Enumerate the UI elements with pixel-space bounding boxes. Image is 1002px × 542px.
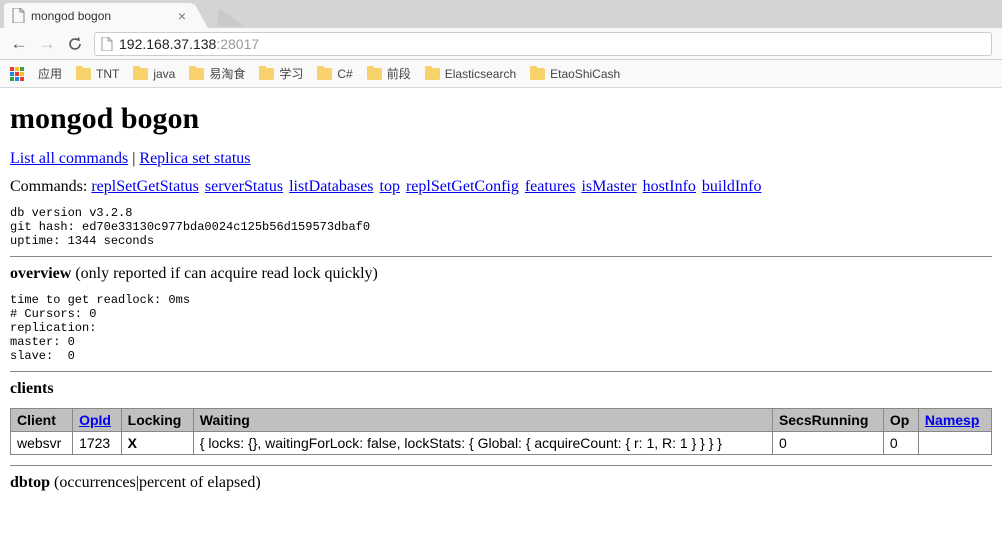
cmd-link[interactable]: top [380, 178, 400, 195]
bookmark-apps-label[interactable]: 应用 [38, 65, 62, 82]
page-icon [12, 8, 25, 23]
cmd-link[interactable]: features [525, 178, 576, 195]
bookmark-item[interactable]: 学习 [259, 65, 303, 82]
bookmark-item[interactable]: C# [317, 67, 352, 81]
site-icon [101, 37, 113, 51]
replica-set-status-link[interactable]: Replica set status [139, 150, 250, 167]
overview-block: time to get readlock: 0ms # Cursors: 0 r… [10, 293, 992, 363]
cell-op: 0 [883, 432, 918, 455]
folder-icon [189, 68, 204, 80]
cell-locking: X [121, 432, 193, 455]
version-info: db version v3.2.8 git hash: ed70e33130c9… [10, 206, 992, 248]
th-op: Op [883, 409, 918, 432]
th-namespace: Namesp [918, 409, 991, 432]
tab-strip: mongod bogon × [0, 0, 1002, 28]
tab-title: mongod bogon [31, 9, 178, 23]
cmd-link[interactable]: isMaster [581, 178, 636, 195]
address-bar[interactable]: 192.168.37.138:28017 [94, 32, 992, 56]
top-links: List all commands | Replica set status [10, 150, 992, 168]
divider [10, 371, 992, 372]
dbtop-title: dbtop [10, 474, 50, 491]
overview-title: overview [10, 265, 71, 282]
cmd-link[interactable]: replSetGetStatus [91, 178, 199, 195]
bookmark-item[interactable]: TNT [76, 67, 119, 81]
bookmark-item[interactable]: 易淘食 [189, 65, 245, 82]
th-secs: SecsRunning [772, 409, 883, 432]
folder-icon [133, 68, 148, 80]
bookmark-item[interactable]: EtaoShiCash [530, 67, 620, 81]
commands-label: Commands: [10, 178, 91, 195]
table-row: websvr 1723 X { locks: {}, waitingForLoc… [11, 432, 992, 455]
bookmark-item[interactable]: java [133, 67, 175, 81]
dbtop-subtitle: (occurrences|percent of elapsed) [50, 474, 261, 491]
page-content: mongod bogon List all commands | Replica… [0, 88, 1002, 512]
opid-sort-link[interactable]: OpId [79, 412, 111, 428]
cell-opid: 1723 [73, 432, 122, 455]
cell-client: websvr [11, 432, 73, 455]
close-icon[interactable]: × [178, 9, 186, 23]
bookmark-item[interactable]: 前段 [367, 65, 411, 82]
new-tab-button[interactable] [211, 8, 244, 26]
separator: | [128, 150, 139, 167]
table-header-row: Client OpId Locking Waiting SecsRunning … [11, 409, 992, 432]
cell-waiting: { locks: {}, waitingForLock: false, lock… [193, 432, 772, 455]
back-button[interactable]: ← [10, 34, 28, 54]
dbtop-heading: dbtop (occurrences|percent of elapsed) [10, 474, 992, 492]
namespace-sort-link[interactable]: Namesp [925, 412, 979, 428]
list-all-commands-link[interactable]: List all commands [10, 150, 128, 167]
bookmarks-bar: 应用 TNT java 易淘食 学习 C# 前段 Elasticsearch E… [0, 60, 1002, 88]
cmd-link[interactable]: replSetGetConfig [406, 178, 519, 195]
cmd-link[interactable]: buildInfo [702, 178, 762, 195]
cmd-link[interactable]: listDatabases [289, 178, 373, 195]
url-port: :28017 [216, 36, 259, 52]
forward-button[interactable]: → [38, 34, 56, 54]
folder-icon [76, 68, 91, 80]
cell-namespace [918, 432, 991, 455]
apps-icon[interactable] [10, 67, 24, 81]
url-host: 192.168.37.138 [119, 36, 216, 52]
cmd-link[interactable]: hostInfo [643, 178, 696, 195]
reload-button[interactable] [66, 36, 84, 52]
folder-icon [367, 68, 382, 80]
divider [10, 465, 992, 466]
toolbar: ← → 192.168.37.138:28017 [0, 28, 1002, 60]
th-waiting: Waiting [193, 409, 772, 432]
divider [10, 256, 992, 257]
clients-heading: clients [10, 380, 992, 398]
overview-subtitle: (only reported if can acquire read lock … [71, 265, 378, 282]
clients-table: Client OpId Locking Waiting SecsRunning … [10, 408, 992, 455]
cell-secs: 0 [772, 432, 883, 455]
overview-heading: overview (only reported if can acquire r… [10, 265, 992, 283]
folder-icon [259, 68, 274, 80]
bookmark-item[interactable]: Elasticsearch [425, 67, 516, 81]
th-client: Client [11, 409, 73, 432]
clients-title: clients [10, 380, 54, 397]
browser-tab[interactable]: mongod bogon × [4, 3, 194, 28]
th-opid: OpId [73, 409, 122, 432]
commands-row: Commands: replSetGetStatus serverStatus … [10, 178, 992, 196]
cmd-link[interactable]: serverStatus [205, 178, 283, 195]
page-title: mongod bogon [10, 102, 992, 136]
folder-icon [317, 68, 332, 80]
folder-icon [425, 68, 440, 80]
folder-icon [530, 68, 545, 80]
tab-edge [194, 3, 208, 28]
th-locking: Locking [121, 409, 193, 432]
